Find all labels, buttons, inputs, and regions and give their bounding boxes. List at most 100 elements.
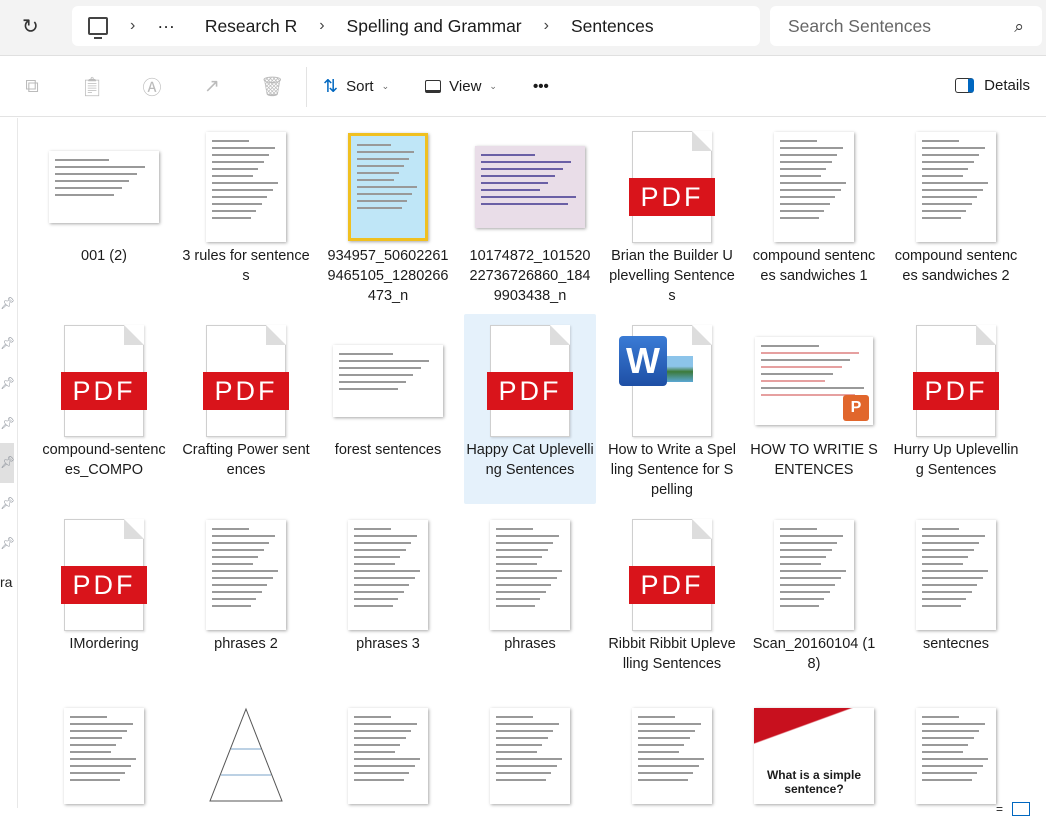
text-line bbox=[922, 161, 974, 163]
file-item[interactable]: compound sentences sandwiches 1 bbox=[748, 120, 880, 310]
text-line bbox=[70, 744, 117, 746]
file-item[interactable]: 10174872_10152022736726860_1849903438_n bbox=[464, 120, 596, 310]
file-item[interactable]: forest sentences bbox=[322, 314, 454, 504]
text-line bbox=[212, 217, 251, 219]
breadcrumb-item[interactable]: Sentences bbox=[571, 16, 654, 37]
details-button[interactable]: Details bbox=[955, 77, 1030, 94]
breadcrumb-item[interactable]: Research R bbox=[205, 16, 297, 37]
file-item[interactable] bbox=[464, 702, 596, 810]
text-line bbox=[212, 161, 264, 163]
refresh-icon[interactable]: ↻ bbox=[22, 14, 39, 39]
text-line bbox=[780, 577, 841, 579]
word-file-icon: W bbox=[619, 325, 712, 437]
file-item[interactable] bbox=[180, 702, 312, 810]
file-item[interactable]: compound sentences sandwiches 2 bbox=[890, 120, 1022, 310]
chevron-down-icon: ⌄ bbox=[381, 81, 390, 91]
file-name: phrases 2 bbox=[214, 636, 278, 652]
text-line bbox=[496, 751, 537, 753]
breadcrumb-overflow[interactable]: ··· bbox=[157, 16, 174, 37]
view-label: View bbox=[449, 78, 482, 95]
text-line bbox=[496, 556, 543, 558]
file-grid: 001 (2) 3 rules for sentences 934957_50602… bbox=[0, 118, 1046, 808]
file-item[interactable]: W How to Write a Spelling Sentence for Sp… bbox=[606, 314, 738, 504]
file-item[interactable]: 934957_506022619465105_1280266473_n bbox=[322, 120, 454, 310]
document-thumbnail bbox=[206, 520, 286, 630]
file-item[interactable]: PDF Happy Cat Uplevelling Sentences bbox=[464, 314, 596, 504]
text-line bbox=[354, 723, 417, 725]
file-item[interactable]: phrases bbox=[464, 508, 596, 698]
text-line bbox=[212, 598, 257, 600]
file-item[interactable]: P HOW TO WRITIE SENTENCES bbox=[748, 314, 880, 504]
breadcrumb[interactable]: › ··· Research R › Spelling and Grammar … bbox=[72, 6, 760, 46]
share-icon[interactable]: ↗ bbox=[182, 75, 242, 98]
delete-icon[interactable]: 🗑︎ bbox=[242, 75, 302, 99]
chevron-right-icon: › bbox=[130, 17, 136, 34]
text-line bbox=[638, 779, 688, 781]
text-line bbox=[761, 345, 820, 347]
breadcrumb-item[interactable]: Spelling and Grammar bbox=[347, 16, 522, 37]
file-name: How to Write a Spelling Sentence for Spe… bbox=[608, 442, 736, 498]
file-thumbnail bbox=[322, 514, 454, 636]
text-line bbox=[212, 210, 257, 212]
text-line bbox=[55, 173, 138, 175]
file-item[interactable] bbox=[38, 702, 170, 810]
file-item[interactable]: What is a simple sentence? bbox=[748, 702, 880, 810]
view-button[interactable]: View ⌄ bbox=[425, 78, 497, 95]
paste-icon[interactable]: 📋︎ bbox=[62, 75, 122, 99]
file-name: compound sentences sandwiches 1 bbox=[752, 248, 876, 284]
file-item[interactable] bbox=[322, 702, 454, 810]
file-item[interactable]: PDF compound-sentences_COMPO bbox=[38, 314, 170, 504]
document-thumbnail bbox=[348, 520, 428, 630]
file-item[interactable]: PDF Ribbit Ribbit Uplevelling Sentences bbox=[606, 508, 738, 698]
file-item[interactable]: PDF Hurry Up Uplevelling Sentences bbox=[890, 314, 1022, 504]
text-line bbox=[922, 758, 988, 760]
file-item[interactable]: 001 (2) bbox=[38, 120, 170, 310]
search-placeholder: Search Sentences bbox=[788, 15, 932, 36]
copy-icon[interactable]: ⧉ bbox=[2, 76, 62, 98]
image-thumbnail bbox=[206, 705, 286, 808]
file-item[interactable] bbox=[890, 702, 1022, 810]
pdf-file-icon: PDF bbox=[629, 519, 715, 631]
text-line bbox=[339, 381, 406, 383]
file-item[interactable]: phrases 2 bbox=[180, 508, 312, 698]
file-item[interactable] bbox=[606, 702, 738, 810]
text-line bbox=[212, 175, 253, 177]
this-pc-icon[interactable] bbox=[88, 17, 108, 39]
file-item[interactable]: Scan_20160104 (18) bbox=[748, 508, 880, 698]
text-line bbox=[70, 772, 126, 774]
slide-caption: What is a simple sentence? bbox=[766, 768, 862, 796]
search-input[interactable]: Search Sentences ⌕ bbox=[770, 6, 1042, 46]
file-item[interactable]: phrases 3 bbox=[322, 508, 454, 698]
text-line bbox=[922, 217, 961, 219]
file-item[interactable]: PDF Brian the Builder Uplevelling Sentenc… bbox=[606, 120, 738, 310]
text-line bbox=[357, 158, 410, 160]
text-line bbox=[496, 723, 559, 725]
file-thumbnail: PDF bbox=[38, 514, 170, 636]
file-item[interactable]: PDF Crafting Power sentences bbox=[180, 314, 312, 504]
document-thumbnail bbox=[64, 708, 144, 804]
document-thumbnail bbox=[490, 708, 570, 804]
file-thumbnail bbox=[748, 514, 880, 636]
view-toggle[interactable]: = bbox=[996, 802, 1046, 816]
text-line bbox=[354, 730, 412, 732]
text-line bbox=[55, 187, 122, 189]
text-line bbox=[212, 549, 264, 551]
text-line bbox=[496, 570, 562, 572]
pdf-file-icon: PDF bbox=[61, 325, 147, 437]
rename-icon[interactable]: Ⓐ bbox=[122, 73, 182, 100]
text-line bbox=[354, 598, 399, 600]
text-line bbox=[496, 528, 534, 530]
text-line bbox=[55, 166, 146, 168]
file-item[interactable]: sentecnes bbox=[890, 508, 1022, 698]
more-options-button[interactable]: ••• bbox=[533, 78, 549, 95]
text-line bbox=[761, 359, 851, 361]
search-icon[interactable]: ⌕ bbox=[1014, 16, 1024, 37]
file-item[interactable]: 3 rules for sentences bbox=[180, 120, 312, 310]
text-line bbox=[922, 598, 967, 600]
file-item[interactable]: PDF IMordering bbox=[38, 508, 170, 698]
text-line bbox=[780, 549, 832, 551]
text-line bbox=[354, 570, 420, 572]
text-line bbox=[780, 175, 821, 177]
sort-button[interactable]: ⇅ Sort ⌄ bbox=[323, 76, 389, 97]
text-line bbox=[481, 189, 540, 191]
